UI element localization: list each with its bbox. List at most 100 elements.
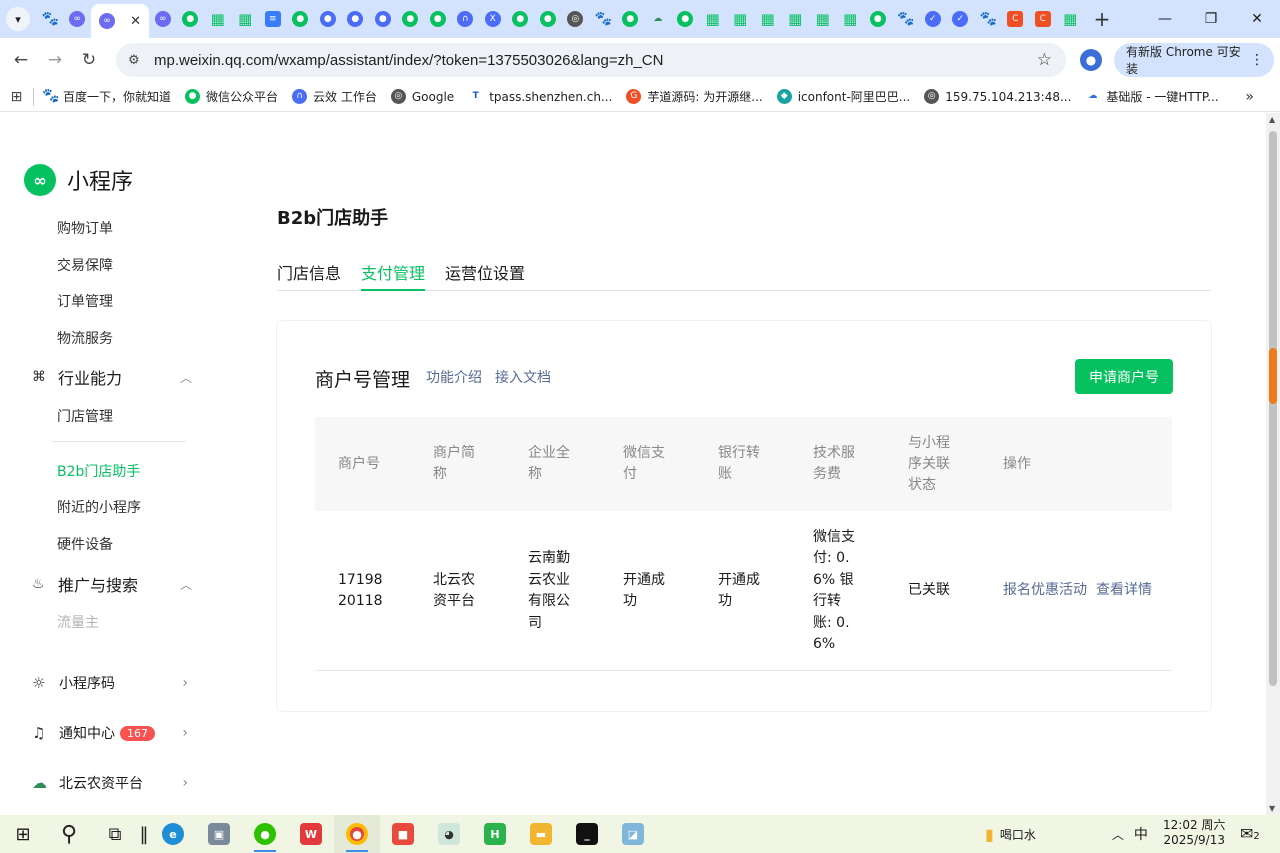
browser-tab[interactable]: 🐾	[892, 4, 920, 34]
app-icon[interactable]: ▣	[196, 815, 242, 853]
browser-tab[interactable]: ●	[342, 4, 370, 34]
address-bar[interactable]: ⚙ mp.weixin.qq.com/wxamp/assistant/index…	[116, 43, 1066, 77]
sidebar-item-logistics[interactable]: 物流服务	[57, 328, 113, 348]
tab-store-info[interactable]: 门店信息	[277, 260, 341, 291]
sidebar-item-notifications[interactable]: ♫ 通知中心 167 ›	[32, 723, 192, 743]
browser-tab[interactable]: ▦	[809, 4, 837, 34]
browser-tab[interactable]: ●	[424, 4, 452, 34]
wps-icon[interactable]: W	[288, 815, 334, 853]
chrome-icon[interactable]: ●	[334, 815, 380, 853]
reload-icon[interactable]: ↻	[72, 50, 106, 70]
url-text[interactable]: mp.weixin.qq.com/wxamp/assistant/index/?…	[154, 52, 663, 69]
join-promotion-link[interactable]: 报名优惠活动	[1003, 580, 1087, 602]
browser-tab[interactable]: ▦	[204, 4, 232, 34]
more-bookmarks-icon[interactable]: »	[1245, 89, 1254, 105]
browser-tab[interactable]: C	[1029, 4, 1057, 34]
browser-tab[interactable]: ▦	[699, 4, 727, 34]
restore-icon[interactable]: ❐	[1188, 0, 1234, 38]
notification-center-icon[interactable]: ✉2	[1240, 824, 1260, 843]
browser-tab[interactable]: C	[1002, 4, 1030, 34]
new-tab-button[interactable]: +	[1090, 7, 1114, 31]
hbuilder-icon[interactable]: H	[472, 815, 518, 853]
browser-tab[interactable]: ●	[177, 4, 205, 34]
ime-indicator[interactable]: 中	[1134, 824, 1148, 844]
browser-tab[interactable]: ●	[369, 4, 397, 34]
integration-docs-link[interactable]: 接入文档	[495, 367, 551, 387]
app-icon[interactable]: ◪	[610, 815, 656, 853]
site-settings-icon[interactable]: ⚙	[128, 53, 150, 68]
browser-tab[interactable]: ▦	[232, 4, 260, 34]
sidebar-group-industry[interactable]: ⌘ 行业能力 ︿	[32, 365, 192, 389]
sidebar-item-nearby[interactable]: 附近的小程序	[57, 497, 141, 517]
scroll-down-icon[interactable]: ▼	[1269, 804, 1275, 813]
bookmark-item[interactable]: ∩ 云效 工作台	[292, 88, 377, 105]
sidebar-item-b2b-assistant[interactable]: B2b门店助手	[57, 461, 140, 481]
menu-kebab-icon[interactable]: ⋮	[1250, 52, 1264, 68]
bookmark-item[interactable]: Ttpass.shenzhen.ch...	[468, 89, 613, 104]
browser-tab[interactable]: ▦	[754, 4, 782, 34]
sidebar-item-qrcode[interactable]: ☼ 小程序码 ›	[32, 673, 192, 693]
sidebar-item-store-management[interactable]: 门店管理	[57, 406, 113, 426]
view-details-link[interactable]: 查看详情	[1096, 580, 1152, 602]
browser-tab[interactable]: ●	[507, 4, 535, 34]
sidebar-item-traffic-owner[interactable]: 流量主	[57, 612, 99, 632]
scroll-track[interactable]	[1269, 131, 1277, 686]
app-icon[interactable]: ■	[380, 815, 426, 853]
feature-intro-link[interactable]: 功能介绍	[426, 367, 482, 387]
browser-tab-active[interactable]: ∞ ✕	[91, 4, 149, 38]
bookmark-item[interactable]: ◎ Google	[390, 89, 454, 104]
scroll-up-icon[interactable]: ▲	[1269, 115, 1275, 124]
browser-tab[interactable]: ∞	[64, 4, 92, 34]
bookmark-item[interactable]: ◎ 159.75.104.213:48...	[924, 89, 1071, 104]
browser-tab[interactable]: ▦	[727, 4, 755, 34]
sidebar-item-order-management[interactable]: 订单管理	[57, 291, 113, 311]
scroll-thumb[interactable]	[1269, 348, 1277, 404]
browser-tab[interactable]: ∞	[149, 4, 177, 34]
edge-icon[interactable]: e	[150, 815, 196, 853]
tab-search-icon[interactable]: ▾	[6, 7, 30, 31]
tray-label[interactable]: 喝口水	[1000, 826, 1036, 843]
browser-tab[interactable]: ●	[672, 4, 700, 34]
browser-tab[interactable]: ∩	[452, 4, 480, 34]
browser-tab[interactable]: 🐾	[36, 4, 64, 34]
browser-tab[interactable]: ▦	[1057, 4, 1085, 34]
task-view-icon[interactable]: ⧉	[92, 815, 138, 853]
apply-merchant-button[interactable]: 申请商户号	[1075, 359, 1173, 394]
browser-tab[interactable]: ▦	[782, 4, 810, 34]
profile-avatar-icon[interactable]: ●	[1080, 49, 1102, 71]
bookmark-item[interactable]: ● 微信公众平台	[185, 88, 278, 105]
windows-start-icon[interactable]: ⊞	[0, 815, 46, 853]
browser-tab[interactable]: ◎	[562, 4, 590, 34]
browser-tab[interactable]: ●	[864, 4, 892, 34]
app-logo[interactable]: ∞ 小程序	[24, 164, 133, 196]
tab-operation-slots[interactable]: 运营位设置	[445, 260, 525, 291]
sidebar-item-shopping-orders[interactable]: 购物订单	[57, 218, 113, 238]
clock[interactable]: 12:02 周六 2025/9/13	[1163, 818, 1225, 848]
search-icon[interactable]: ⚲	[46, 815, 92, 853]
tab-payment-management[interactable]: 支付管理	[361, 260, 426, 291]
sidebar-item-account[interactable]: ☁ 北云农资平台 ›	[32, 773, 192, 793]
devtools-icon[interactable]: ◕	[426, 815, 472, 853]
browser-tab[interactable]: ≡	[259, 4, 287, 34]
browser-tab[interactable]: ✓	[919, 4, 947, 34]
page-scrollbar[interactable]: ▲ ▼	[1266, 113, 1280, 815]
browser-tab[interactable]: ●	[287, 4, 315, 34]
browser-tab[interactable]: ✓	[947, 4, 975, 34]
sidebar-item-trade-guarantee[interactable]: 交易保障	[57, 255, 113, 275]
close-window-icon[interactable]: ✕	[1234, 0, 1280, 38]
browser-tab[interactable]: ☁	[644, 4, 672, 34]
browser-tab[interactable]: ●	[314, 4, 342, 34]
bookmark-item[interactable]: ◆ iconfont-阿里巴巴...	[776, 88, 910, 105]
browser-tab[interactable]: ▦	[837, 4, 865, 34]
minimize-icon[interactable]: —	[1142, 0, 1188, 38]
bookmark-item[interactable]: 🐾 百度一下，你就知道	[42, 88, 171, 105]
wechat-app-icon[interactable]: ●	[242, 815, 288, 853]
browser-tab[interactable]: 🐾	[974, 4, 1002, 34]
water-icon[interactable]: ▮	[985, 825, 994, 844]
tab-close-icon[interactable]: ✕	[130, 14, 141, 29]
back-icon[interactable]: ←	[4, 50, 38, 70]
browser-tab[interactable]: ●	[534, 4, 562, 34]
bookmark-item[interactable]: G 芋道源码: 为开源继...	[626, 88, 763, 105]
browser-tab[interactable]: ●	[617, 4, 645, 34]
chevron-up-icon[interactable]: ︿	[1112, 826, 1124, 843]
